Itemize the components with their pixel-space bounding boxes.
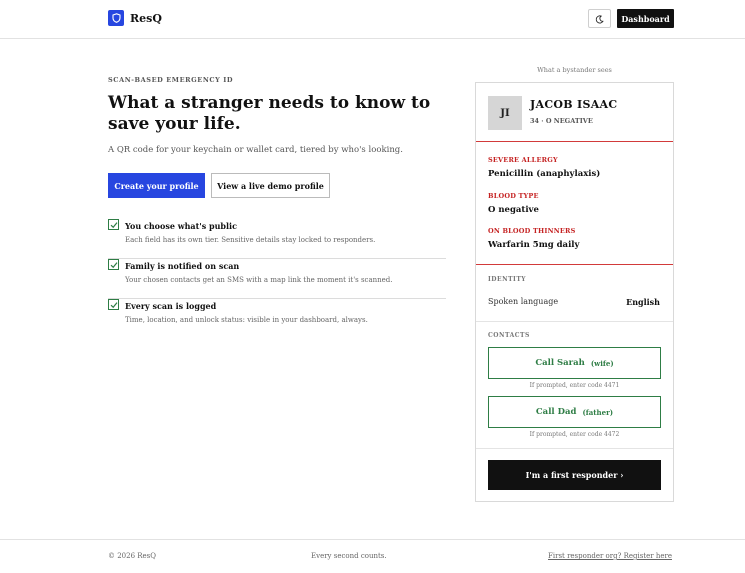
feature-title: You choose what's public bbox=[125, 221, 237, 231]
footer-tagline: Every second counts. bbox=[311, 552, 387, 560]
avatar: JI bbox=[488, 96, 522, 130]
call-sarah-button[interactable]: Call Sarah (wife) bbox=[488, 347, 661, 379]
contact-relation: (wife) bbox=[590, 358, 614, 368]
feature-item: Family is notified on scan Your chosen c… bbox=[108, 259, 446, 299]
moon-icon bbox=[595, 9, 604, 28]
critical-label: SEVERE ALLERGY bbox=[488, 156, 558, 164]
create-profile-button[interactable]: Create your profile bbox=[108, 173, 205, 198]
contact-relation: (father) bbox=[582, 407, 614, 417]
feature-description: Your chosen contacts get an SMS with a m… bbox=[125, 276, 393, 284]
view-demo-button[interactable]: View a live demo profile bbox=[211, 173, 330, 198]
checkmark-icon bbox=[108, 259, 119, 270]
feature-title: Family is notified on scan bbox=[125, 261, 240, 271]
shield-icon bbox=[108, 10, 124, 26]
critical-label: ON BLOOD THINNERS bbox=[488, 227, 576, 235]
feature-list: You choose what's public Each field has … bbox=[108, 219, 446, 339]
feature-title: Every scan is logged bbox=[125, 301, 217, 311]
contact-code-hint: If prompted, enter code 4472 bbox=[529, 431, 620, 438]
page-footer: © 2026 ResQ Every second counts. First r… bbox=[0, 539, 745, 573]
checkmark-icon bbox=[108, 219, 119, 230]
card-caption: What a bystander sees bbox=[537, 66, 612, 74]
hero-eyebrow: SCAN-BASED EMERGENCY ID bbox=[108, 76, 234, 84]
profile-name: JACOB ISAAC bbox=[530, 98, 618, 111]
top-header: ResQ Dashboard bbox=[0, 0, 745, 39]
critical-value: O negative bbox=[488, 205, 539, 215]
divider bbox=[476, 448, 673, 449]
feature-item: Every scan is logged Time, location, and… bbox=[108, 299, 446, 339]
profile-meta: 34 · O NEGATIVE bbox=[530, 117, 593, 125]
divider bbox=[476, 321, 673, 322]
critical-value: Warfarin 5mg daily bbox=[488, 240, 580, 250]
critical-value: Penicillin (anaphylaxis) bbox=[488, 169, 601, 179]
brand-logo[interactable]: ResQ bbox=[108, 10, 162, 26]
critical-label: BLOOD TYPE bbox=[488, 192, 539, 200]
feature-description: Each field has its own tier. Sensitive d… bbox=[125, 236, 376, 244]
identity-value: English bbox=[626, 297, 660, 307]
identity-key: Spoken language bbox=[488, 297, 559, 306]
page-title: What a stranger needs to know to save yo… bbox=[108, 93, 431, 134]
copyright-text: © 2026 ResQ bbox=[108, 552, 157, 560]
contact-name: Call Dad bbox=[535, 407, 577, 417]
feature-description: Time, location, and unlock status: visib… bbox=[125, 316, 368, 324]
hero-subline: A QR code for your keychain or wallet ca… bbox=[108, 145, 403, 155]
contact-name: Call Sarah bbox=[535, 358, 585, 368]
brand-name: ResQ bbox=[130, 11, 162, 25]
register-org-link[interactable]: First responder org? Register here bbox=[548, 552, 672, 560]
first-responder-button[interactable]: I'm a first responder › bbox=[488, 460, 661, 490]
identity-section-label: IDENTITY bbox=[488, 276, 527, 283]
critical-info-section: SEVERE ALLERGY Penicillin (anaphylaxis) … bbox=[476, 141, 673, 265]
checkmark-icon bbox=[108, 299, 119, 310]
contacts-section-label: CONTACTS bbox=[488, 332, 530, 339]
theme-toggle-button[interactable] bbox=[588, 9, 611, 28]
dashboard-button[interactable]: Dashboard bbox=[617, 9, 674, 28]
call-dad-button[interactable]: Call Dad (father) bbox=[488, 396, 661, 428]
feature-item: You choose what's public Each field has … bbox=[108, 219, 446, 259]
bystander-profile-card: JI JACOB ISAAC 34 · O NEGATIVE SEVERE AL… bbox=[475, 82, 674, 502]
contact-code-hint: If prompted, enter code 4471 bbox=[529, 382, 620, 389]
